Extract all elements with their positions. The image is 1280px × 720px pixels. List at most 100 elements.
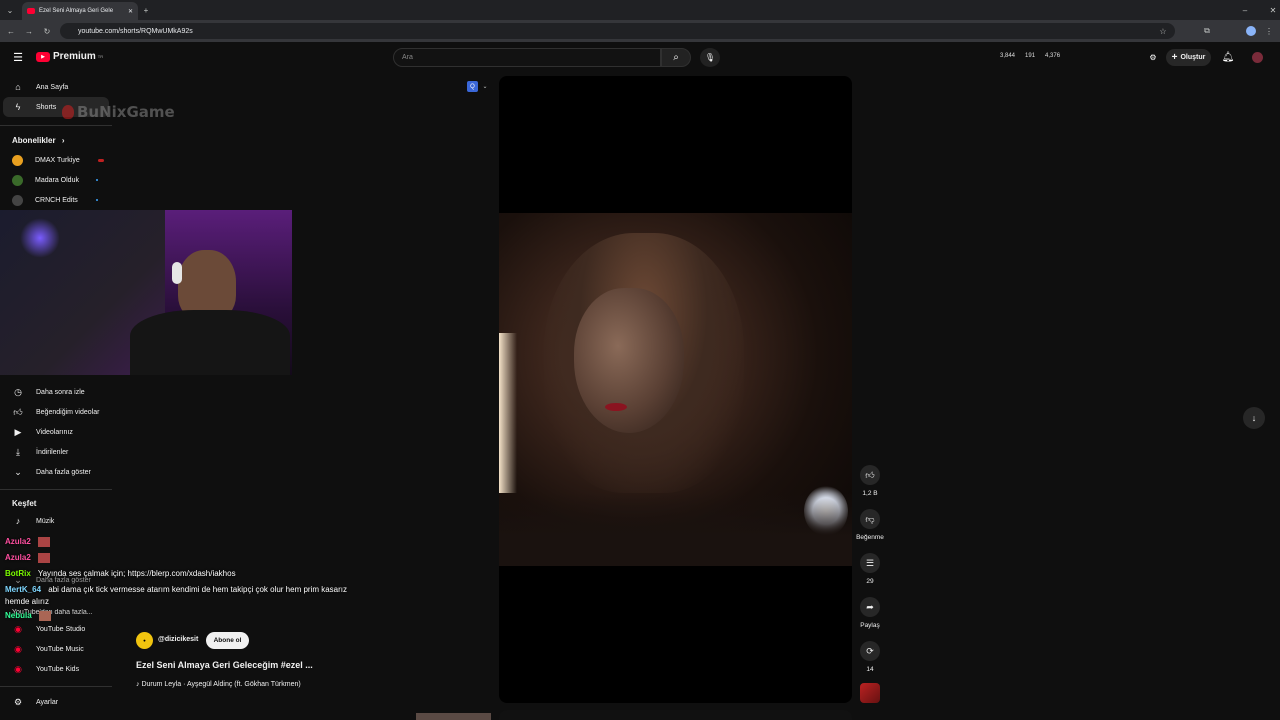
sidebar-item-settings[interactable]: ⚙ Ayarlar xyxy=(0,692,112,712)
settings-gear-icon[interactable]: ⚙ xyxy=(1148,52,1158,62)
sidebar-item-home[interactable]: ⌂ Ana Sayfa xyxy=(0,77,112,97)
next-short-button[interactable]: ↓ xyxy=(1243,407,1265,429)
streamer-webcam-overlay xyxy=(0,210,292,375)
notifications-bell-icon[interactable]: 🔔︎ xyxy=(1222,51,1235,63)
search-placeholder: Ara xyxy=(402,54,413,61)
back-icon[interactable]: ← xyxy=(6,26,16,36)
subscriptions-title[interactable]: Abonelikler › xyxy=(12,136,64,145)
chat-username: Azula2 xyxy=(5,537,31,547)
sidebar-item-your-videos[interactable]: ▶ Videolarınız xyxy=(0,422,112,442)
audio-thumbnail[interactable] xyxy=(860,683,880,703)
sidebar-divider xyxy=(0,489,112,490)
channel-handle[interactable]: @dizicikesit xyxy=(158,636,198,643)
section-title-text: Abonelikler xyxy=(12,136,56,145)
create-button[interactable]: + Oluştur xyxy=(1166,49,1211,66)
tab-title: Ezel Seni Almaya Geri Gele xyxy=(39,8,114,14)
comments-count: 29 xyxy=(866,578,874,585)
chat-message: Azula2 xyxy=(5,553,51,563)
new-content-dot xyxy=(96,199,98,201)
sidebar-item-liked-videos[interactable]: 👍︎ Beğendiğim videolar xyxy=(0,402,112,422)
sidebar-item-label: Müzik xyxy=(36,517,55,525)
sidebar-sub-crnch[interactable]: CRNCH Edits xyxy=(0,190,112,210)
sidebar-item-label: Videolarınız xyxy=(36,428,73,436)
short-title[interactable]: Ezel Seni Almaya Geri Geleceğim #ezel ..… xyxy=(136,660,313,670)
person-body xyxy=(130,310,290,375)
chat-username: BotRix xyxy=(5,569,31,578)
short-music[interactable]: ♪ Durum Leyla · Ayşegül Aldinç (ft. Gökh… xyxy=(136,681,301,688)
dislike-button[interactable]: 👎︎ xyxy=(860,509,880,529)
comments-button[interactable]: ☰ xyxy=(860,553,880,573)
hamburger-menu-icon[interactable]: ☰ xyxy=(12,51,24,64)
account-avatar[interactable] xyxy=(1252,52,1263,63)
extensions-icon[interactable]: ⧉ xyxy=(1202,26,1212,36)
sidebar-item-youtube-studio[interactable]: ◉ YouTube Studio xyxy=(0,619,112,639)
browser-tab[interactable]: Ezel Seni Almaya Geri Gele ✕ xyxy=(22,2,138,20)
bookmark-star-icon[interactable]: ☆ xyxy=(1158,26,1168,36)
dislike-label: Beğenme xyxy=(856,534,884,541)
reload-icon[interactable]: ↻ xyxy=(42,26,52,36)
extension-badge-icon[interactable]: Q xyxy=(467,81,478,92)
video-icon: ▶ xyxy=(14,426,22,437)
chat-message: MertK_64 abi dama çık tick vermesse atar… xyxy=(5,585,347,594)
like-button[interactable]: 👍︎ xyxy=(860,465,880,485)
youtube-studio-icon: ◉ xyxy=(14,623,22,634)
sidebar-sub-dmax[interactable]: DMAX Turkiye xyxy=(0,150,112,170)
next-short-preview xyxy=(499,710,852,720)
profile-avatar[interactable] xyxy=(1246,26,1256,36)
sidebar-item-youtube-music[interactable]: ◉ YouTube Music xyxy=(0,639,112,659)
sidebar-item-label: Daha fazla göster xyxy=(36,468,91,476)
remix-button[interactable]: ⟳ xyxy=(860,641,880,661)
stat-value: 191 xyxy=(1025,53,1036,59)
sidebar-item-label: İndirilenler xyxy=(36,448,69,456)
sidebar-item-show-more[interactable]: ⌄ Daha fazla göster xyxy=(0,462,112,482)
address-bar[interactable]: youtube.com/shorts/RQMwUMkA92s xyxy=(60,23,1175,39)
emote-icon xyxy=(38,553,51,563)
channel-name: CRNCH Edits xyxy=(35,196,78,204)
watermark-text: BuNixGame xyxy=(77,103,175,121)
video-frame xyxy=(499,213,852,566)
sidebar-item-downloads[interactable]: ⤓ İndirilenler xyxy=(0,442,112,462)
extension-stats: 3,844 191 4,376 xyxy=(1000,53,1060,59)
close-tab-icon[interactable]: ✕ xyxy=(128,8,133,15)
sidebar-sub-madara[interactable]: Madara Olduk xyxy=(0,170,112,190)
channel-avatar xyxy=(12,174,23,186)
like-count: 1,2 B xyxy=(862,490,878,497)
remix-icon: ⟳ xyxy=(866,645,874,656)
channel-name: DMAX Turkiye xyxy=(35,156,80,164)
sidebar-item-youtube-kids[interactable]: ◉ YouTube Kids xyxy=(0,659,112,679)
headset-icon xyxy=(172,262,182,284)
home-icon: ⌂ xyxy=(15,82,21,92)
chat-text: abi dama çık tick vermesse atarım kendim… xyxy=(48,585,348,594)
comment-icon: ☰ xyxy=(865,557,875,568)
youtube-play-icon: ▶ xyxy=(36,51,50,62)
chevron-down-icon[interactable]: ⌄ xyxy=(481,81,489,92)
browser-tab-bar xyxy=(0,0,1280,20)
new-tab-icon[interactable]: + xyxy=(140,4,152,16)
channel-avatar[interactable]: ● xyxy=(136,632,153,649)
sidebar-item-label: YouTube Kids xyxy=(36,665,80,673)
close-window-icon[interactable]: ✕ xyxy=(1268,4,1278,16)
subscribe-button[interactable]: Abone ol xyxy=(206,632,249,649)
sidebar-item-music[interactable]: ♪ Müzik xyxy=(0,511,112,531)
channel-avatar xyxy=(12,194,23,206)
minimize-icon[interactable]: – xyxy=(1240,4,1250,16)
search-button[interactable]: ⌕ xyxy=(661,48,691,67)
menu-dots-icon[interactable]: ⋮ xyxy=(1264,26,1274,36)
search-input[interactable]: Ara xyxy=(393,48,661,67)
create-label: Oluştur xyxy=(1180,54,1206,61)
sidebar-item-watch-later[interactable]: ◷ Daha sonra izle xyxy=(0,382,112,402)
logo-country-code: TR xyxy=(97,54,104,59)
tab-list-icon[interactable]: ⌄ xyxy=(4,4,16,16)
youtube-logo[interactable]: ▶ Premium TR xyxy=(36,51,103,62)
music-icon: ♪ xyxy=(15,516,21,526)
sidebar-item-label: Beğendiğim videolar xyxy=(36,408,100,416)
voice-search-button[interactable]: 🎙 xyxy=(700,48,720,67)
youtube-favicon-icon xyxy=(27,8,35,14)
channel-avatar xyxy=(12,154,23,166)
clock-icon: ◷ xyxy=(14,386,22,397)
face-shape xyxy=(574,288,684,433)
share-button[interactable]: ➦ xyxy=(860,597,880,617)
sidebar-item-label: Shorts xyxy=(36,103,57,111)
forward-icon[interactable]: → xyxy=(24,26,34,36)
emote-icon xyxy=(38,537,51,547)
